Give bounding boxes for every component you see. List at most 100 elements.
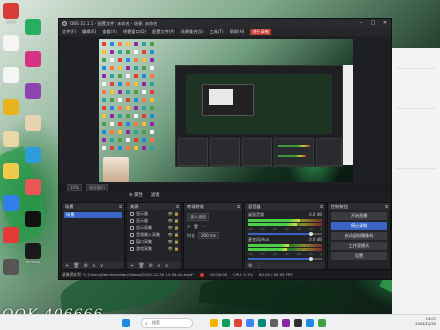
taskbar-app-icon[interactable] [318, 319, 326, 327]
system-tray-clock[interactable]: 13:07 2025/12/30 [415, 317, 436, 327]
menu-edit[interactable]: 编辑(E) [82, 29, 96, 35]
remove-icon[interactable]: 🗑 [193, 224, 198, 229]
dock-menu-icon[interactable]: ⧉ [237, 203, 240, 210]
dock-menu-icon[interactable]: ⧉ [119, 203, 122, 210]
dock-menu-icon[interactable]: ⧉ [176, 203, 179, 210]
gear-icon[interactable]: ⚙ [248, 263, 252, 269]
source-item[interactable]: 音频输入采集 👁 🔒 [127, 231, 181, 238]
taskbar-app-icon[interactable] [210, 319, 218, 327]
arrow-down-icon[interactable]: ∨ [165, 263, 169, 269]
taskbar-app-icon[interactable] [258, 319, 266, 327]
visibility-lock-icon[interactable]: 👁 🔒 [168, 225, 179, 230]
more-icon[interactable]: ⋮ [256, 263, 261, 269]
menu-help[interactable]: 帮助(H) [230, 29, 245, 35]
desktop-shortcut-icon[interactable] [3, 3, 19, 19]
start-button-icon[interactable] [122, 319, 130, 327]
arrow-down-icon[interactable]: ∨ [100, 263, 104, 269]
menu-tools[interactable]: 工具(T) [209, 29, 223, 35]
control-button[interactable]: 停止录制 [331, 222, 387, 230]
properties-button[interactable]: ⚙ 属性 [129, 192, 143, 198]
preview-icon [150, 130, 154, 134]
source-item[interactable]: 显示器 👁 🔒 [127, 217, 181, 224]
gear-icon[interactable]: ⚙ [84, 263, 88, 269]
dock-menu-icon[interactable]: ⧉ [385, 203, 388, 210]
desktop-shortcut-icon[interactable] [3, 163, 19, 179]
desktop-shortcut-icon[interactable] [25, 243, 41, 259]
status-message: 录像保存到 "C:/Users/Administrator/Videos/202… [62, 271, 195, 277]
maximize-button[interactable]: □ [367, 19, 379, 28]
taskbar-app-icon[interactable] [294, 319, 302, 327]
desktop-shortcut-icon[interactable] [3, 195, 19, 211]
desktop-shortcut-icon[interactable] [25, 115, 41, 131]
desktop-shortcut-icon[interactable] [25, 51, 41, 67]
desktop-shortcut-icon[interactable] [3, 35, 19, 51]
dock-menu-icon[interactable]: ⧉ [320, 203, 323, 210]
tick-label: 0 [320, 252, 322, 256]
desktop-shortcut-icon[interactable] [25, 179, 41, 195]
source-item[interactable]: 游戏采集 👁 🔒 [127, 245, 181, 252]
desktop-shortcut-icon[interactable] [25, 19, 41, 35]
filters-button[interactable]: 滤镜 [151, 192, 160, 198]
menu-scene-collection[interactable]: 场景集合(S) [181, 29, 204, 35]
desktop-shortcut-icon[interactable] [3, 227, 19, 243]
visibility-lock-icon[interactable]: 👁 🔒 [168, 239, 179, 244]
taskbar-app-icon[interactable] [222, 319, 230, 327]
taskbar-app-icon[interactable] [270, 319, 278, 327]
visibility-lock-icon[interactable]: 👁 🔒 [168, 246, 179, 251]
taskbar-app-icon[interactable] [234, 319, 242, 327]
minimize-button[interactable]: – [355, 19, 367, 28]
menu-file[interactable]: 文件(F) [62, 29, 76, 35]
visibility-lock-icon[interactable]: 👁 🔒 [168, 232, 179, 237]
gear-icon[interactable]: ⚙ [149, 263, 153, 269]
taskbar-app-icon[interactable] [306, 319, 314, 327]
taskbar-app-icon[interactable] [282, 319, 290, 327]
visibility-lock-icon[interactable]: 👁 🔒 [168, 211, 179, 216]
remove-icon[interactable]: 🗑 [138, 263, 144, 269]
control-button[interactable]: 启动虚拟摄像机 [331, 232, 387, 240]
preview-icon [110, 146, 114, 150]
taskbar-app-icon[interactable] [246, 319, 254, 327]
title-bar[interactable]: OBS 31.1.1 - 配置文件: 未命名 - 场景: 未命名 – □ ✕ [59, 19, 391, 28]
source-item[interactable]: 显示器 👁 🔒 [127, 210, 181, 217]
add-icon[interactable]: + [187, 224, 190, 229]
arrow-up-icon[interactable]: ∧ [157, 263, 161, 269]
transition-select[interactable]: 淡入淡出 [187, 213, 209, 221]
desktop-shortcut-icon[interactable] [25, 211, 41, 227]
control-button[interactable]: 设置 [331, 252, 387, 260]
arrow-up-icon[interactable]: ∧ [92, 263, 96, 269]
desktop-shortcut-icon[interactable] [3, 131, 19, 147]
source-item[interactable]: 显示采集 👁 🔒 [127, 224, 181, 231]
menu-profile[interactable]: 配置文件(P) [152, 29, 175, 35]
desktop-shortcut-icon[interactable] [25, 83, 41, 99]
scene-item[interactable]: 场景 [64, 212, 122, 218]
preview-canvas[interactable] [99, 39, 353, 182]
desktop-shortcut-icon[interactable] [3, 259, 19, 275]
add-icon[interactable]: + [65, 263, 69, 269]
control-button[interactable]: 开始直播 [331, 212, 387, 220]
desktop-shortcut-icon[interactable] [3, 67, 19, 83]
add-icon[interactable]: + [130, 263, 134, 269]
more-icon[interactable]: ⋯ [201, 224, 205, 229]
remove-icon[interactable]: 🗑 [73, 263, 79, 269]
visibility-lock-icon[interactable]: 👁 🔒 [168, 218, 179, 223]
menu-recording-indicator[interactable]: 进行录制 [250, 29, 272, 35]
source-item[interactable]: 窗口采集 👁 🔒 [127, 238, 181, 245]
control-button[interactable]: 工作室模式 [331, 242, 387, 250]
source-label: 游戏采集 [136, 245, 152, 251]
tick-label: -40 [272, 252, 277, 256]
desktop-shortcut-icon[interactable] [3, 99, 19, 115]
preview-icon [110, 122, 114, 126]
menu-view[interactable]: 查看(V) [102, 29, 117, 35]
desktop-shortcut-icon[interactable] [25, 147, 41, 163]
preview-icon [150, 66, 154, 70]
duration-input[interactable]: 300 ms [198, 232, 219, 239]
volume-meter [248, 244, 322, 247]
taskbar-search[interactable]: ⌕ 搜索 [141, 318, 193, 328]
volume-slider[interactable] [248, 232, 322, 236]
menu-docks[interactable]: 停靠窗口(D) [123, 29, 146, 35]
volume-slider[interactable] [248, 257, 322, 261]
preview-icon [142, 146, 146, 150]
tick-label: -60 [248, 252, 253, 256]
zoom-level[interactable]: 10% [67, 184, 82, 191]
close-button[interactable]: ✕ [379, 19, 391, 28]
